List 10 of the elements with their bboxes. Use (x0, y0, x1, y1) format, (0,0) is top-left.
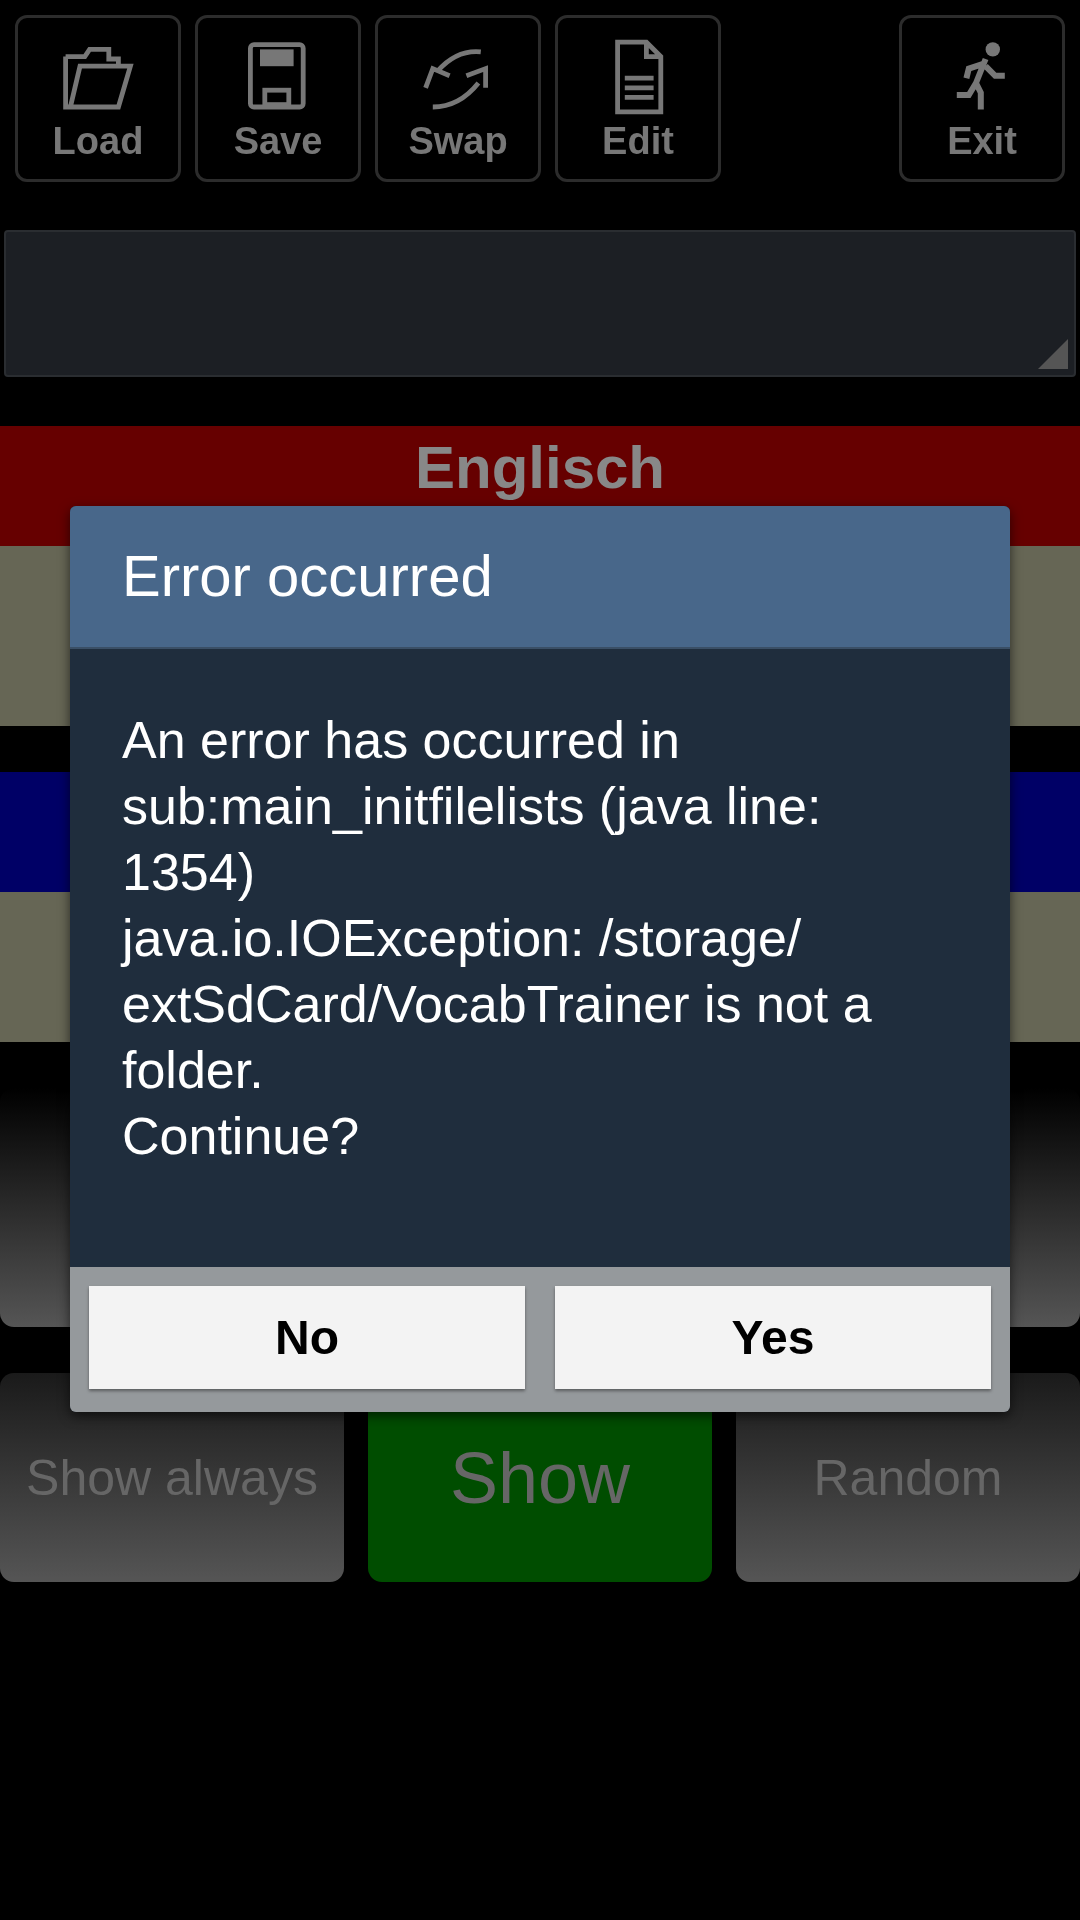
text-area[interactable] (4, 230, 1076, 377)
toolbar-button[interactable]: Exit (899, 15, 1065, 182)
toolbar-button[interactable]: Load (15, 15, 181, 182)
toolbar-button[interactable]: Save (195, 15, 361, 182)
dialog-button[interactable]: Yes (555, 1286, 991, 1389)
dialog-title: Error occurred (70, 506, 1010, 649)
toolbar-button[interactable]: Swap (375, 15, 541, 182)
toolbar-button[interactable]: Edit (555, 15, 721, 182)
dialog-button[interactable]: No (89, 1286, 525, 1389)
resize-grip-icon (1038, 339, 1068, 369)
